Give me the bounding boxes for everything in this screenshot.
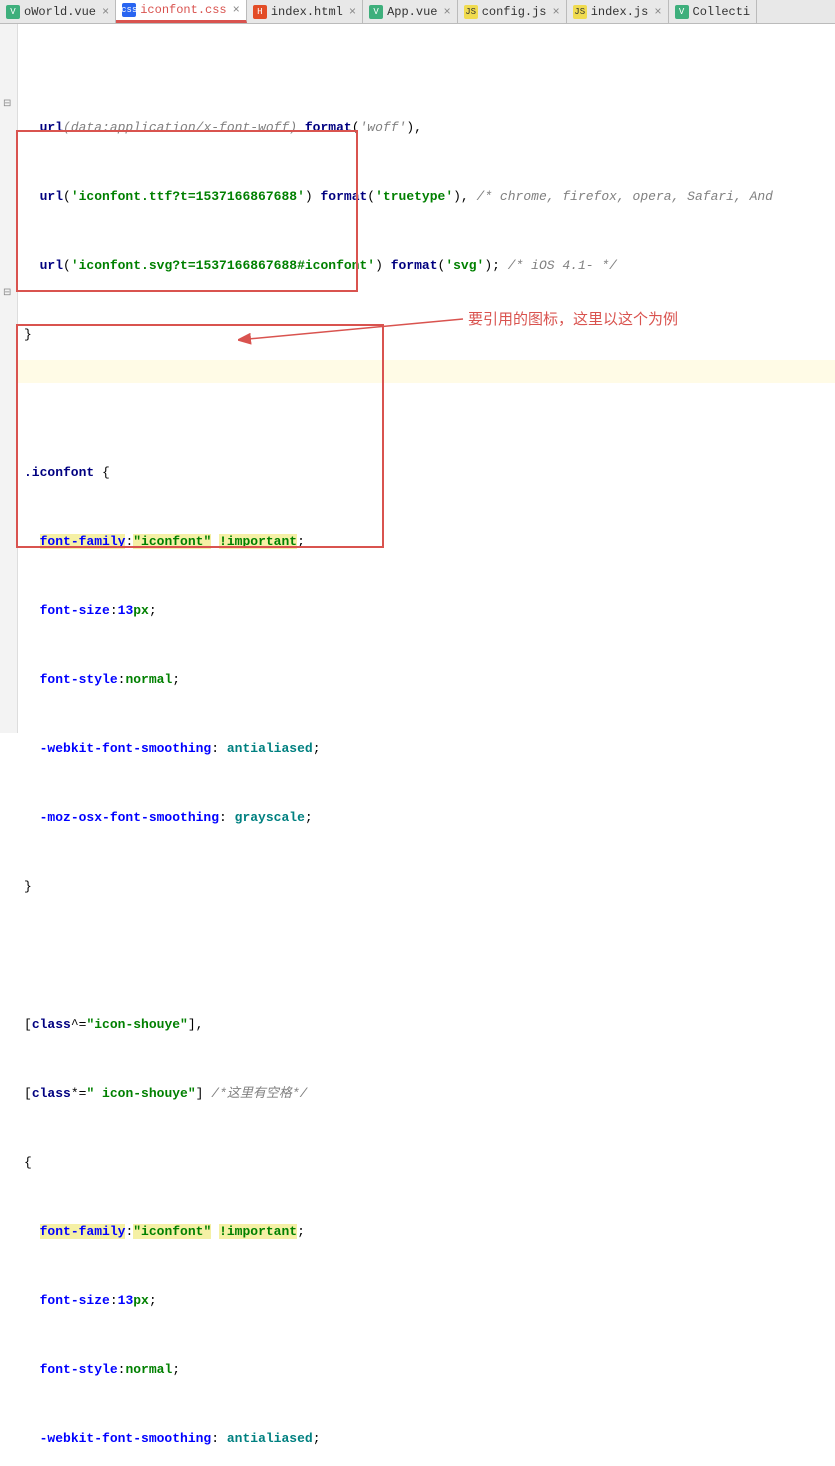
close-icon[interactable]: × (102, 5, 109, 19)
editor-wrapper: ⊟ ⊟ url(data:application/x-font-woff) fo… (0, 24, 835, 733)
close-icon[interactable]: × (654, 5, 661, 19)
tab-label: App.vue (387, 5, 437, 19)
close-icon[interactable]: × (233, 3, 240, 17)
fold-icon[interactable]: ⊟ (3, 287, 13, 297)
tab-5[interactable]: JS index.js × (567, 0, 669, 23)
vue-file-icon: V (369, 5, 383, 19)
tab-1[interactable]: css iconfont.css × (116, 0, 247, 23)
tab-label: index.html (271, 5, 343, 19)
tab-0[interactable]: VoWorld.vue × (0, 0, 116, 23)
tab-label: oWorld.vue (24, 5, 96, 19)
tab-label: config.js (482, 5, 547, 19)
close-icon[interactable]: × (553, 5, 560, 19)
vue-file-icon: V (6, 5, 20, 19)
js-file-icon: JS (573, 5, 587, 19)
close-icon[interactable]: × (443, 5, 450, 19)
gutter: ⊟ ⊟ (0, 24, 18, 733)
fold-icon[interactable]: ⊟ (3, 98, 13, 108)
code-editor[interactable]: url(data:application/x-font-woff) format… (18, 24, 835, 733)
html-file-icon: H (253, 5, 267, 19)
highlight-box-2 (16, 324, 384, 548)
close-icon[interactable]: × (349, 5, 356, 19)
tab-2[interactable]: Hindex.html × (247, 0, 363, 23)
tab-6[interactable]: V Collecti (669, 0, 758, 23)
tab-4[interactable]: JS config.js × (458, 0, 567, 23)
tab-3[interactable]: V App.vue × (363, 0, 458, 23)
js-file-icon: JS (464, 5, 478, 19)
tab-label: Collecti (693, 5, 751, 19)
vue-file-icon: V (675, 5, 689, 19)
tabs-bar: VoWorld.vue × css iconfont.css × Hindex.html ×… (0, 0, 835, 24)
css-file-icon: css (122, 3, 136, 17)
tab-label: iconfont.css (140, 3, 226, 17)
tab-label: index.js (591, 5, 649, 19)
annotation-text: 要引用的图标，这里以这个为例 (468, 308, 678, 331)
current-line-highlight (18, 360, 835, 383)
